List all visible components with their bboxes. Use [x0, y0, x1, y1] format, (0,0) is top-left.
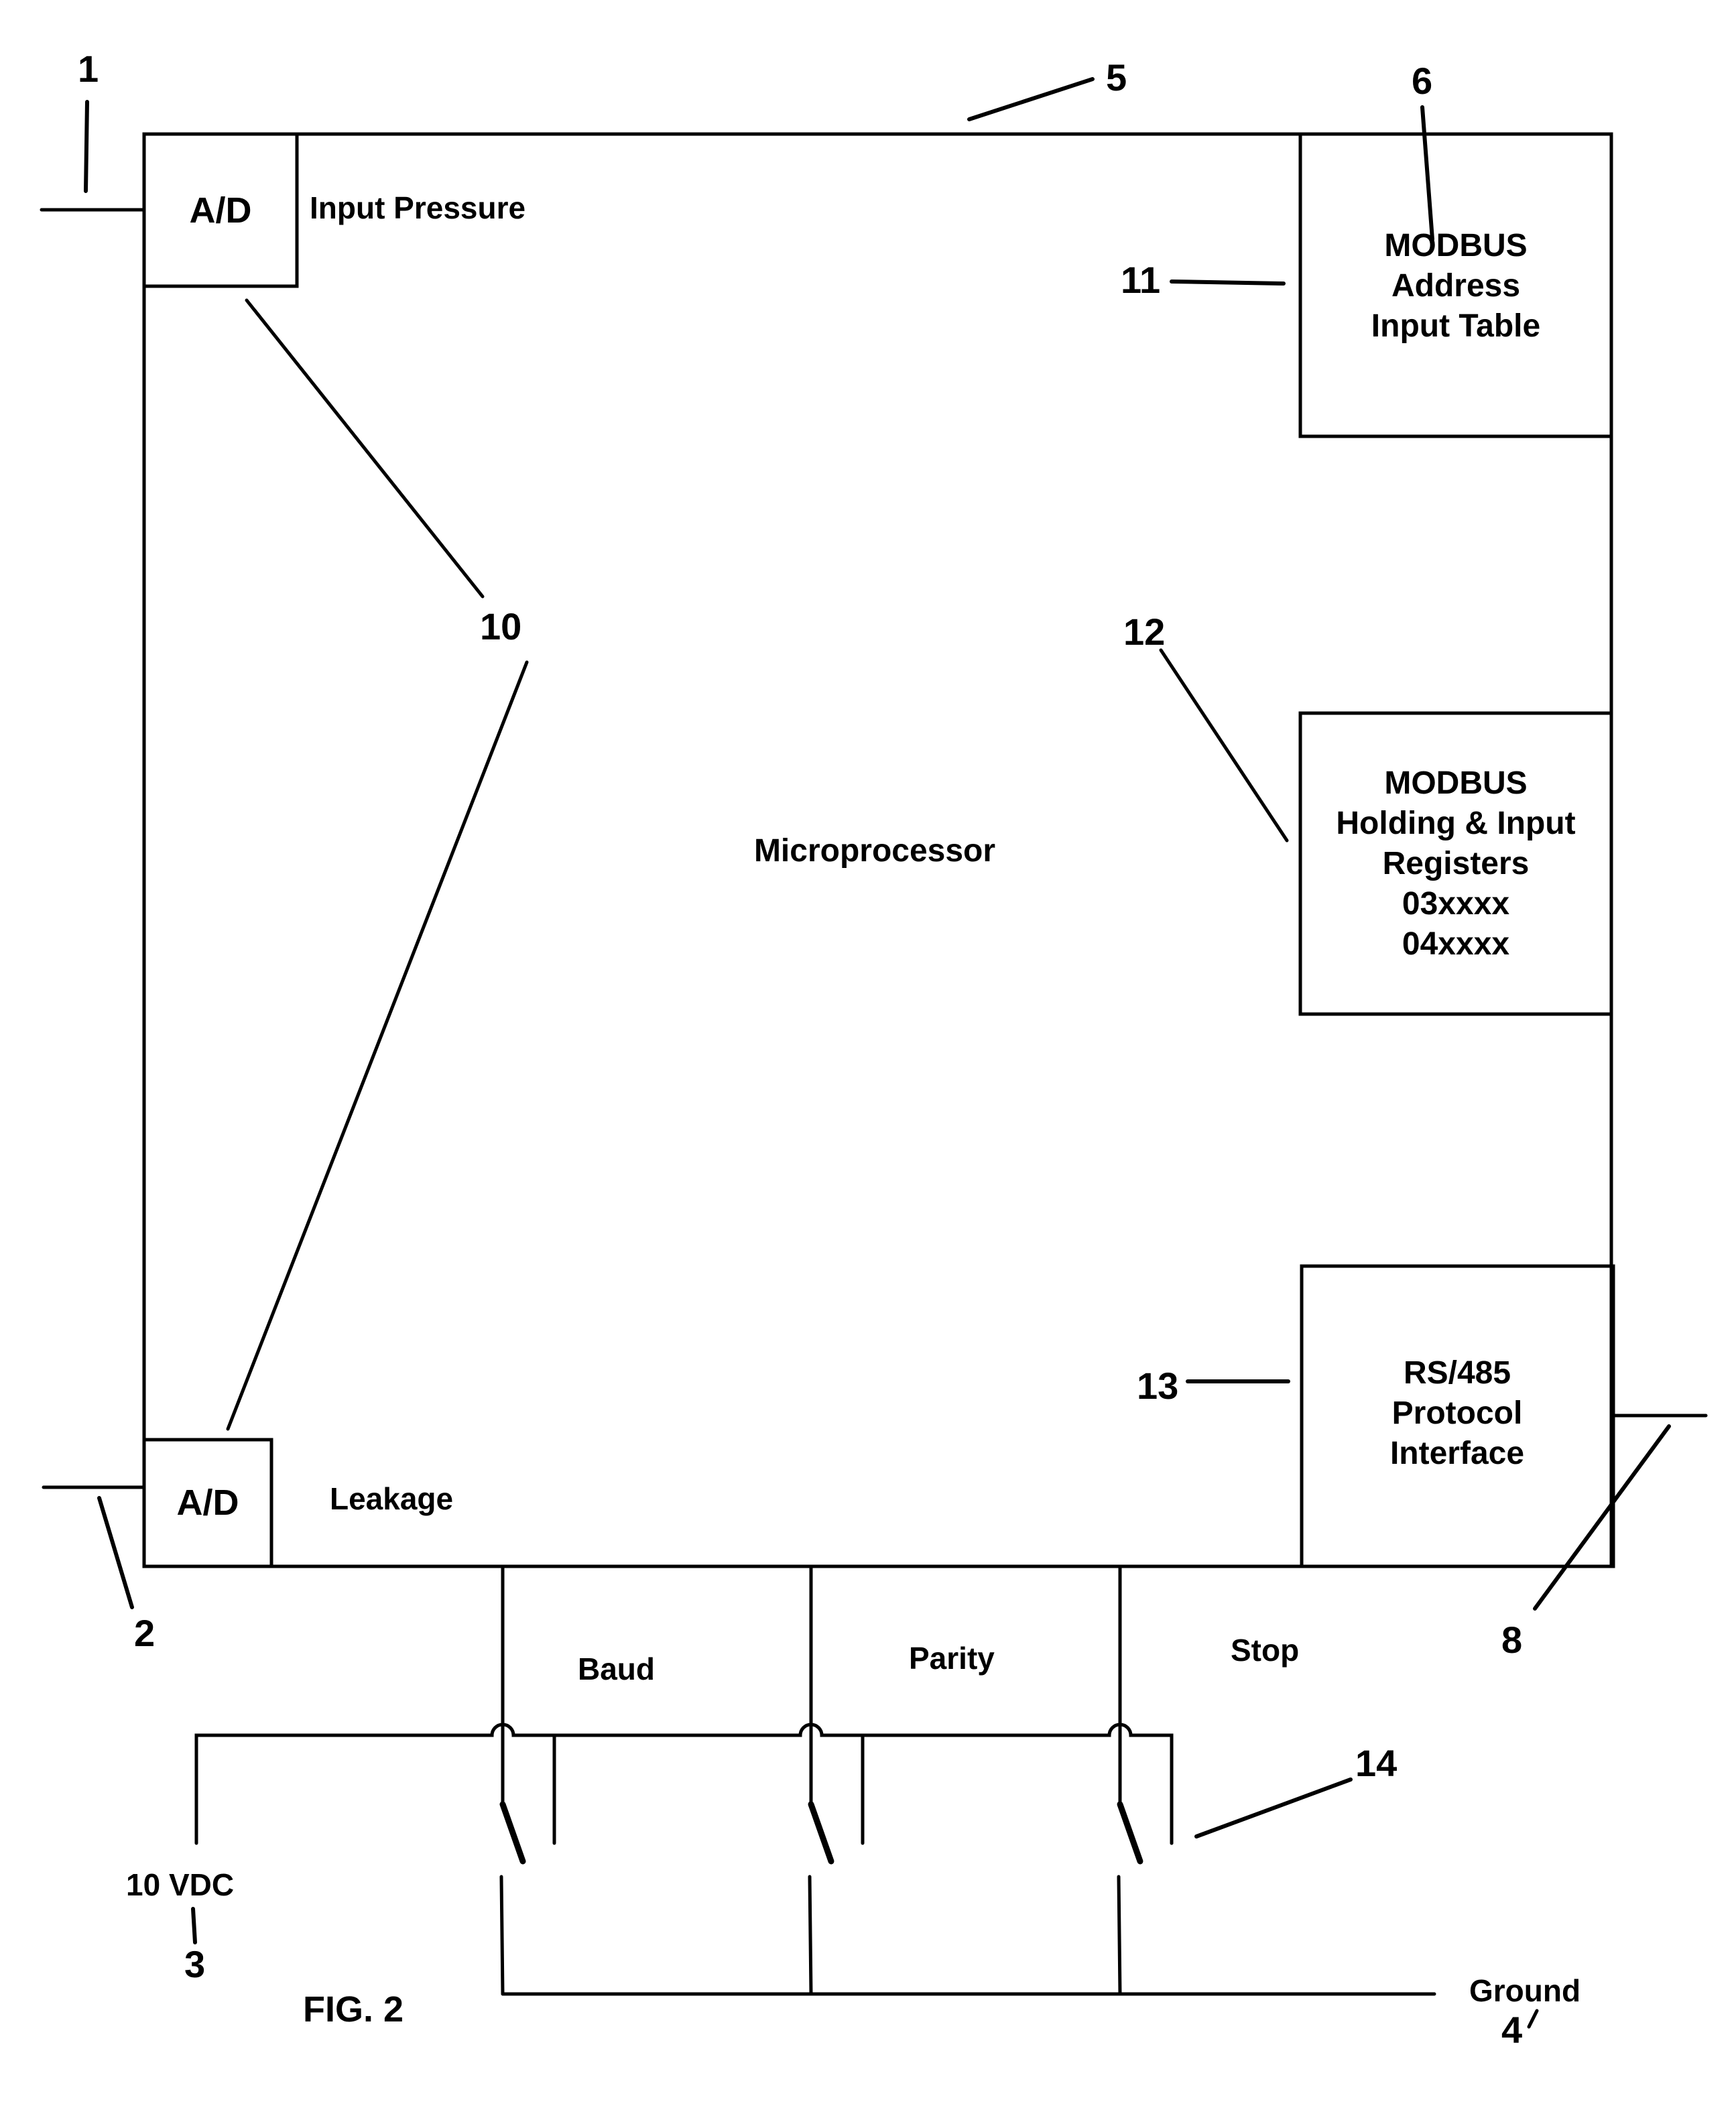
- switch-parity-blade: [808, 1801, 834, 1865]
- ref-4-label: 4: [1501, 2009, 1522, 2051]
- ref-8-leader: [1533, 1424, 1671, 1611]
- dip-label-baud: Baud: [578, 1651, 655, 1686]
- ad-converter-input-pressure: A/D Input Pressure 1: [40, 48, 525, 288]
- figure-caption: FIG. 2: [303, 1989, 404, 2030]
- ad-converter-leakage: A/D Leakage 2: [42, 1438, 453, 1654]
- supply-rail: [194, 1723, 1174, 1845]
- dip-label-parity: Parity: [909, 1641, 995, 1676]
- ad-label-bottom: A/D: [177, 1483, 239, 1523]
- rs485-line-3: Interface: [1390, 1436, 1524, 1471]
- switch-baud-blade: [499, 1801, 526, 1865]
- ref-11-label: 11: [1121, 259, 1160, 301]
- ref-10-leader-bottom: [226, 660, 529, 1431]
- modbus-registers-line-5: 04xxxx: [1402, 926, 1509, 962]
- ref-6-label: 6: [1412, 60, 1432, 102]
- ref-10-leader-top: [245, 298, 485, 599]
- dip-switch-section: Baud Parity Stop 14: [194, 1564, 1436, 1996]
- ad-label-top: A/D: [190, 190, 252, 231]
- ref-3-leader: [191, 1907, 197, 1944]
- ref-3-label: 3: [184, 1943, 205, 1985]
- switch-stop-blade: [1117, 1801, 1143, 1865]
- rs485-line-1: RS/485: [1404, 1355, 1511, 1391]
- modbus-address-line-1: MODBUS: [1384, 228, 1527, 263]
- modbus-address-line-3: Input Table: [1371, 308, 1540, 344]
- switch-stop-lower-lead: [1117, 1875, 1122, 1996]
- dip-label-stop: Stop: [1231, 1633, 1299, 1668]
- power-label: 10 VDC: [126, 1867, 234, 1902]
- modbus-registers-line-3: Registers: [1383, 846, 1530, 881]
- ref-5-leader: [967, 77, 1095, 121]
- modbus-address-table-block: MODBUS Address Input Table 6 11: [1121, 60, 1613, 438]
- microprocessor-label: Microprocessor: [754, 833, 995, 869]
- ref-12-label: 12: [1123, 611, 1165, 653]
- ref-2-leader: [97, 1496, 134, 1609]
- ref-14-label: 14: [1355, 1742, 1397, 1784]
- ref-13-label: 13: [1137, 1365, 1178, 1407]
- ref-5-label: 5: [1106, 56, 1127, 99]
- modbus-registers-block: MODBUS Holding & Input Registers 03xxxx …: [1123, 611, 1613, 1016]
- modbus-registers-line-4: 03xxxx: [1402, 886, 1509, 922]
- ref-2-label: 2: [134, 1612, 155, 1654]
- rs485-line-2: Protocol: [1392, 1395, 1523, 1431]
- modbus-address-line-2: Address: [1391, 268, 1520, 304]
- switch-baud-lower-lead: [499, 1875, 505, 1996]
- ref-11-leader: [1170, 279, 1286, 286]
- ref-1-label: 1: [78, 48, 99, 90]
- ref-4-leader: [1527, 2009, 1539, 2029]
- modbus-block-diagram: Microprocessor 5 A/D Input Pressure 1 A/…: [40, 48, 1708, 2051]
- ref-8-label: 8: [1501, 1619, 1522, 1661]
- modbus-registers-line-1: MODBUS: [1384, 765, 1527, 801]
- ref-14-leader: [1194, 1777, 1353, 1838]
- ref-10-label: 10: [480, 605, 521, 647]
- ref-6-leader: [1420, 105, 1434, 241]
- rs485-interface-block: RS/485 Protocol Interface 13 8: [1137, 1264, 1708, 1661]
- switch-parity-lower-lead: [808, 1875, 813, 1996]
- ground-label: Ground: [1469, 1973, 1580, 2008]
- modbus-registers-line-2: Holding & Input: [1336, 806, 1575, 841]
- ref-12-leader: [1159, 648, 1289, 842]
- leakage-label: Leakage: [330, 1481, 453, 1516]
- input-pressure-label: Input Pressure: [310, 190, 525, 225]
- ref-1-leader: [84, 100, 89, 193]
